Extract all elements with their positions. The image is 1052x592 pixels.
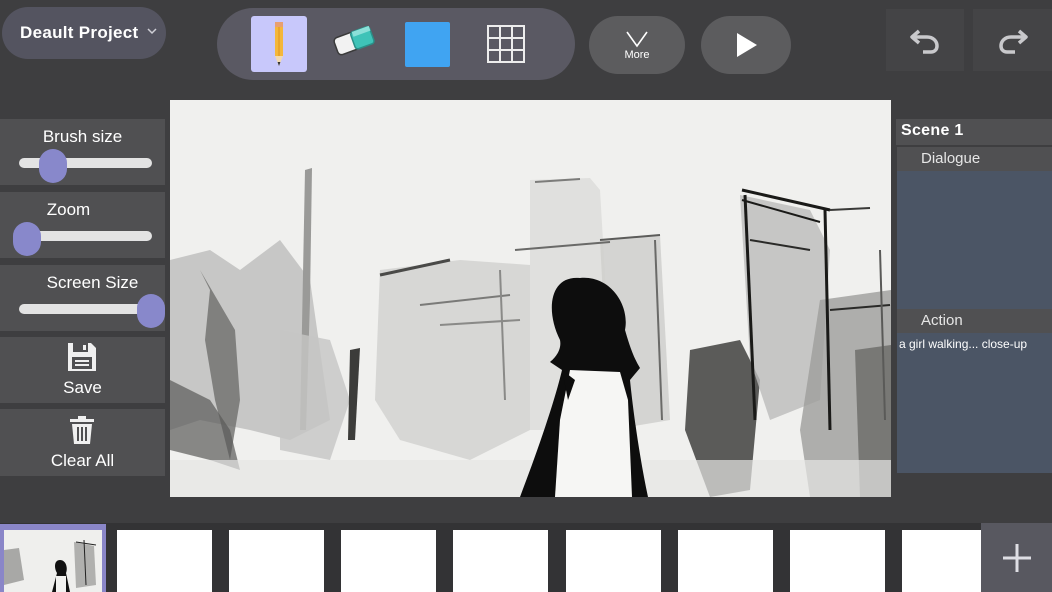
frame-thumbnail[interactable]	[790, 530, 885, 592]
frame-thumbnail-image	[4, 530, 102, 592]
grid-tool-button[interactable]	[478, 16, 534, 72]
more-button[interactable]: More	[589, 16, 685, 74]
brush-size-panel: Brush size	[0, 119, 165, 185]
chevron-down-icon	[626, 31, 648, 47]
trash-icon	[70, 416, 94, 444]
play-button[interactable]	[701, 16, 791, 74]
redo-icon	[998, 29, 1028, 54]
chevron-down-icon	[147, 28, 157, 35]
drawing-canvas[interactable]	[170, 100, 891, 497]
action-label: Action	[897, 309, 1052, 333]
action-field[interactable]	[897, 333, 1052, 473]
screen-size-panel: Screen Size	[0, 265, 165, 331]
grid-icon	[487, 25, 525, 63]
frame-thumbnail[interactable]	[902, 530, 981, 592]
zoom-panel: Zoom	[0, 192, 165, 258]
frame-thumbnail[interactable]	[678, 530, 773, 592]
brush-size-knob[interactable]	[39, 149, 67, 183]
tool-selector	[217, 8, 575, 80]
zoom-knob[interactable]	[13, 222, 41, 256]
more-label: More	[624, 48, 650, 61]
undo-button[interactable]	[886, 9, 964, 71]
zoom-label: Zoom	[46, 200, 91, 219]
sketch-image	[170, 100, 891, 497]
dialogue-label: Dialogue	[897, 147, 1052, 171]
frame-thumbnail[interactable]	[229, 530, 324, 592]
screen-size-slider[interactable]	[19, 304, 153, 314]
clear-all-button[interactable]: Clear All	[0, 409, 165, 476]
save-label: Save	[63, 378, 102, 397]
add-frame-button[interactable]	[981, 523, 1052, 592]
save-button[interactable]: Save	[0, 337, 165, 403]
frame-thumbnail[interactable]	[566, 530, 661, 592]
frame-thumbnail[interactable]	[341, 530, 436, 592]
play-icon	[737, 33, 757, 57]
frame-thumbnail[interactable]	[453, 530, 548, 592]
frame-thumbnail-selected[interactable]	[0, 524, 106, 592]
scene-title: Scene 1	[896, 119, 1052, 145]
undo-icon	[910, 29, 939, 54]
redo-button[interactable]	[973, 9, 1052, 71]
pencil-icon	[275, 22, 283, 66]
frame-thumbnail[interactable]	[117, 530, 212, 592]
eraser-tool-button[interactable]	[326, 16, 382, 72]
plus-icon	[1002, 543, 1031, 572]
clear-all-label: Clear All	[50, 451, 115, 470]
color-picker-button[interactable]	[399, 16, 455, 72]
eraser-icon	[333, 25, 375, 56]
action-text: a girl walking... close-up	[899, 337, 1028, 351]
dialogue-field[interactable]	[897, 171, 1052, 309]
save-icon	[68, 343, 96, 371]
color-swatch	[404, 21, 450, 67]
screen-size-knob[interactable]	[137, 294, 165, 328]
pencil-tool-button[interactable]	[251, 16, 307, 72]
brush-size-label: Brush size	[42, 127, 123, 146]
project-selector[interactable]: Deault Project	[2, 7, 166, 59]
screen-size-label: Screen Size	[46, 273, 139, 292]
project-name: Deault Project	[20, 23, 139, 42]
